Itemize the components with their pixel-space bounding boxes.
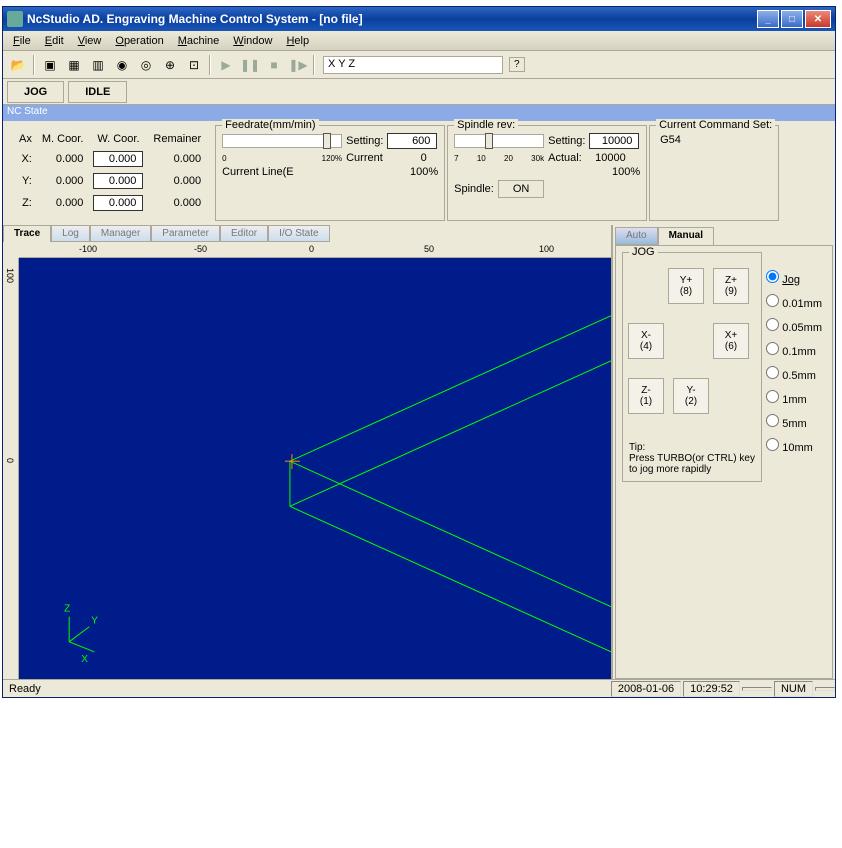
spindle-on-button[interactable]: ON xyxy=(498,180,545,198)
jog-y-plus[interactable]: Y+(8) xyxy=(668,268,704,304)
status-ready: Ready xyxy=(3,682,609,696)
jog-x-plus[interactable]: X+(6) xyxy=(713,323,749,359)
radio-10[interactable]: 10mm xyxy=(766,438,822,454)
jog-z-plus[interactable]: Z+(9) xyxy=(713,268,749,304)
open-icon[interactable]: 📂 xyxy=(7,54,29,76)
svg-text:X: X xyxy=(81,654,88,665)
radio-0.5[interactable]: 0.5mm xyxy=(766,366,822,382)
tool-icon[interactable]: ▥ xyxy=(87,54,109,76)
tool-icon[interactable]: ▦ xyxy=(63,54,85,76)
jog-y-minus[interactable]: Y-(2) xyxy=(673,378,709,414)
ruler-vertical: 100 0 xyxy=(3,258,19,684)
left-tabs: Trace Log Manager Parameter Editor I/O S… xyxy=(3,225,611,242)
feedrate-slider[interactable] xyxy=(222,134,342,148)
tab-trace[interactable]: Trace xyxy=(3,225,51,242)
tool-icon[interactable]: ⊡ xyxy=(183,54,205,76)
play-icon[interactable]: ▶ xyxy=(215,54,237,76)
radio-0.01[interactable]: 0.01mm xyxy=(766,294,822,310)
menu-machine[interactable]: Machine xyxy=(172,33,226,49)
menu-file[interactable]: File xyxy=(7,33,37,49)
pause-icon[interactable]: ❚❚ xyxy=(239,54,261,76)
spindle-panel: Spindle rev: Setting: 10000 7102030k Act… xyxy=(447,125,647,221)
jog-x-minus[interactable]: X-(4) xyxy=(628,323,664,359)
radio-5[interactable]: 5mm xyxy=(766,414,822,430)
jog-step-radios: Jog 0.01mm 0.05mm 0.1mm 0.5mm 1mm 5mm 10… xyxy=(766,262,822,462)
menu-bar: File Edit View Operation Machine Window … xyxy=(3,31,835,51)
menu-view[interactable]: View xyxy=(72,33,108,49)
app-icon xyxy=(7,11,23,27)
jog-z-minus[interactable]: Z-(1) xyxy=(628,378,664,414)
tool-icon[interactable]: ◎ xyxy=(135,54,157,76)
right-tabs: Auto Manual xyxy=(615,227,833,245)
jog-group: JOG Y+(8) Z+(9) X-(4) X+(6) Z-(1) Y-(2) … xyxy=(622,252,762,482)
menu-edit[interactable]: Edit xyxy=(39,33,70,49)
tool-icon[interactable]: ⊕ xyxy=(159,54,181,76)
tab-auto[interactable]: Auto xyxy=(615,227,658,245)
tab-parameter[interactable]: Parameter xyxy=(151,225,220,242)
tab-manual[interactable]: Manual xyxy=(658,227,714,245)
tab-manager[interactable]: Manager xyxy=(90,225,151,242)
jog-status-button[interactable]: JOG xyxy=(7,81,64,103)
trace-drawing: Z Y X xyxy=(19,258,611,684)
minimize-button[interactable]: _ xyxy=(757,10,779,28)
radio-0.05[interactable]: 0.05mm xyxy=(766,318,822,334)
menu-help[interactable]: Help xyxy=(280,33,315,49)
x-wcoor[interactable]: 0.000 xyxy=(93,151,143,167)
window-title: NcStudio AD. Engraving Machine Control S… xyxy=(27,12,757,26)
radio-jog[interactable]: Jog xyxy=(766,270,822,286)
feedrate-setting[interactable]: 600 xyxy=(387,133,437,149)
maximize-button[interactable]: □ xyxy=(781,10,803,28)
help-button[interactable]: ? xyxy=(509,57,525,72)
status-bar: Ready 2008-01-06 10:29:52 NUM xyxy=(3,679,835,697)
menu-operation[interactable]: Operation xyxy=(109,33,169,49)
svg-text:Z: Z xyxy=(64,604,70,615)
tab-editor[interactable]: Editor xyxy=(220,225,268,242)
feedrate-panel: Feedrate(mm/min) Setting: 600 0120% Curr… xyxy=(215,125,445,221)
status-date: 2008-01-06 xyxy=(611,681,681,697)
y-wcoor[interactable]: 0.000 xyxy=(93,173,143,189)
toolbar: 📂 ▣ ▦ ▥ ◉ ◎ ⊕ ⊡ ▶ ❚❚ ■ ❚▶ X Y Z ? xyxy=(3,51,835,79)
step-icon[interactable]: ❚▶ xyxy=(287,54,309,76)
stop-icon[interactable]: ■ xyxy=(263,54,285,76)
status-num: NUM xyxy=(774,681,813,697)
trace-canvas[interactable]: Z Y X xyxy=(19,258,611,684)
command-set-panel: Current Command Set: G54 xyxy=(649,125,779,221)
idle-status-button[interactable]: IDLE xyxy=(68,81,127,103)
svg-text:Y: Y xyxy=(91,616,98,627)
status-time: 10:29:52 xyxy=(683,681,740,697)
spindle-setting[interactable]: 10000 xyxy=(589,133,639,149)
menu-window[interactable]: Window xyxy=(227,33,278,49)
radio-1[interactable]: 1mm xyxy=(766,390,822,406)
tab-io[interactable]: I/O State xyxy=(268,225,329,242)
tool-icon[interactable]: ▣ xyxy=(39,54,61,76)
title-bar: NcStudio AD. Engraving Machine Control S… xyxy=(3,7,835,31)
coordinates-panel: Ax M. Coor. W. Coor. Remainer X: 0.000 0… xyxy=(7,125,213,221)
z-wcoor[interactable]: 0.000 xyxy=(93,195,143,211)
xyz-display: X Y Z xyxy=(323,56,503,74)
tab-log[interactable]: Log xyxy=(51,225,90,242)
tool-icon[interactable]: ◉ xyxy=(111,54,133,76)
ruler-horizontal: -100 -50 0 50 100 xyxy=(19,242,611,258)
close-button[interactable]: ✕ xyxy=(805,10,831,28)
radio-0.1[interactable]: 0.1mm xyxy=(766,342,822,358)
spindle-slider[interactable] xyxy=(454,134,544,148)
